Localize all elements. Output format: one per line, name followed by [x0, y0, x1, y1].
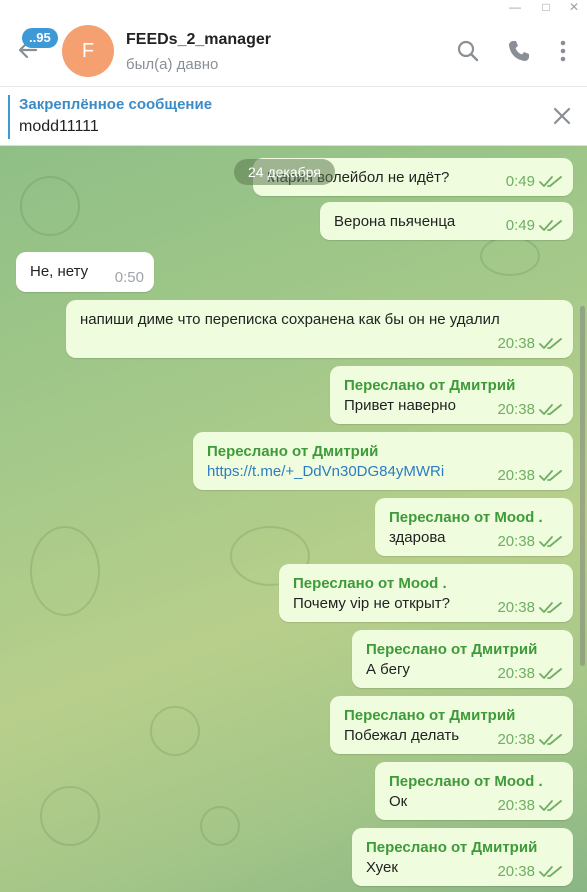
message-time: 20:38	[497, 533, 535, 550]
forwarded-message-bubble[interactable]: Переслано от Дмитрий Хуек 20:38	[352, 828, 573, 886]
message-meta: 0:49	[506, 173, 563, 190]
forwarded-message-bubble[interactable]: Переслано от Дмитрий А бегу 20:38	[352, 630, 573, 688]
forwarded-from-label[interactable]: Переслано от Дмитрий	[344, 376, 561, 396]
message-meta: 20:38	[497, 599, 563, 616]
double-check-icon	[539, 219, 562, 231]
message-time: 0:49	[505, 217, 535, 234]
message-time: 0:50	[114, 269, 144, 286]
avatar[interactable]: F	[62, 25, 114, 77]
double-check-icon	[539, 403, 562, 415]
forwarded-message-bubble[interactable]: Переслано от Дмитрий https://t.me/+_DdVn…	[193, 432, 573, 490]
message-bubble-incoming[interactable]: Не, нету 0:50	[16, 252, 154, 292]
forwarded-from-label[interactable]: Переслано от Mood .	[389, 772, 561, 792]
message-time: 20:38	[497, 731, 535, 748]
more-menu-icon[interactable]	[550, 38, 576, 64]
double-check-icon	[539, 733, 562, 745]
message-meta: 20:38	[497, 401, 563, 418]
message-time: 20:38	[497, 665, 535, 682]
message-meta: 20:38	[497, 533, 563, 550]
message-text: напиши диме что переписка сохранена как …	[80, 311, 500, 328]
unread-badge: ..95	[22, 28, 58, 48]
message-time: 0:49	[505, 173, 535, 190]
message-time: 20:38	[497, 599, 535, 616]
chat-area[interactable]: Мария волейбол не идёт? 0:49 24 декабря …	[0, 146, 587, 892]
pinned-text: modd11111	[19, 118, 99, 135]
background-doodle	[150, 706, 200, 756]
message-meta: 20:38	[497, 467, 563, 484]
pinned-title: Закреплённое сообщение	[19, 96, 213, 113]
close-window-icon[interactable]: ✕	[566, 0, 582, 14]
message-meta: 20:38	[497, 863, 563, 880]
double-check-icon	[539, 535, 562, 547]
close-pinned-icon[interactable]	[551, 105, 573, 127]
minimize-icon[interactable]: —	[507, 0, 523, 14]
message-meta: 20:38	[497, 797, 563, 814]
chat-title[interactable]: FEEDs_2_manager	[126, 31, 271, 49]
maximize-icon[interactable]: □	[538, 0, 554, 14]
background-doodle	[40, 786, 100, 846]
message-meta: 20:38	[497, 335, 563, 352]
message-meta: 20:38	[497, 731, 563, 748]
double-check-icon	[539, 175, 562, 187]
message-meta: 0:50	[115, 269, 144, 286]
pinned-accent-bar	[8, 95, 10, 139]
message-meta: 20:38	[497, 665, 563, 682]
message-bubble[interactable]: напиши диме что переписка сохранена как …	[66, 300, 573, 358]
search-icon[interactable]	[455, 38, 481, 64]
message-time: 20:38	[497, 797, 535, 814]
chat-status: был(а) давно	[126, 56, 219, 73]
double-check-icon	[539, 799, 562, 811]
forwarded-from-label[interactable]: Переслано от Mood .	[293, 574, 561, 594]
message-time: 20:38	[497, 863, 535, 880]
double-check-icon	[539, 667, 562, 679]
background-doodle	[30, 526, 100, 616]
message-time: 20:38	[497, 467, 535, 484]
background-doodle	[480, 236, 540, 276]
window-titlebar: — □ ✕	[0, 0, 587, 16]
forwarded-from-label[interactable]: Переслано от Дмитрий	[366, 640, 561, 660]
message-meta: 0:49	[506, 217, 563, 234]
chat-scrollbar[interactable]	[580, 306, 585, 666]
double-check-icon	[539, 865, 562, 877]
pinned-message-bar[interactable]: Закреплённое сообщение modd11111	[0, 86, 587, 146]
forwarded-from-label[interactable]: Переслано от Mood .	[389, 508, 561, 528]
message-bubble[interactable]: Верона пьяченца 0:49	[320, 202, 573, 240]
date-separator: 24 декабря	[234, 159, 335, 185]
message-time: 20:38	[497, 401, 535, 418]
double-check-icon	[539, 469, 562, 481]
double-check-icon	[539, 601, 562, 613]
background-doodle	[200, 806, 240, 846]
forwarded-message-bubble[interactable]: Переслано от Дмитрий Привет наверно 20:3…	[330, 366, 573, 424]
phone-icon[interactable]	[506, 38, 532, 64]
background-doodle	[20, 176, 80, 236]
forwarded-from-label[interactable]: Переслано от Дмитрий	[207, 442, 561, 462]
forwarded-from-label[interactable]: Переслано от Дмитрий	[366, 838, 561, 858]
double-check-icon	[539, 337, 562, 349]
forwarded-message-bubble[interactable]: Переслано от Дмитрий Побежал делать 20:3…	[330, 696, 573, 754]
forwarded-from-label[interactable]: Переслано от Дмитрий	[344, 706, 561, 726]
chat-header: ..95 F FEEDs_2_manager был(а) давно	[0, 16, 587, 86]
forwarded-message-bubble[interactable]: Переслано от Mood . Почему vip не открыт…	[279, 564, 573, 622]
message-time: 20:38	[497, 335, 535, 352]
forwarded-message-bubble[interactable]: Переслано от Mood . здарова 20:38	[375, 498, 573, 556]
forwarded-message-bubble[interactable]: Переслано от Mood . Ок 20:38	[375, 762, 573, 820]
